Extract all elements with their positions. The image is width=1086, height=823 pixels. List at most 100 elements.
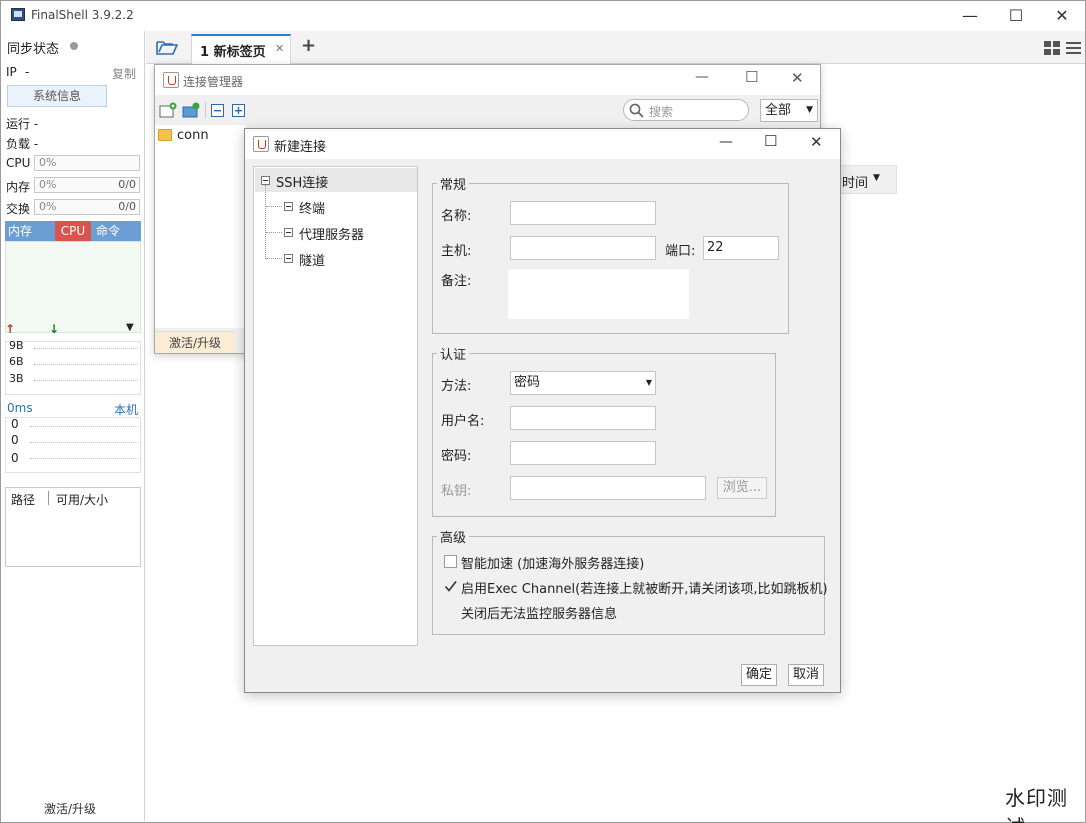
java-icon [253,136,269,152]
filter-select[interactable]: 全部 ▼ [760,99,818,122]
tree-item-tunnel[interactable]: 隧道 [299,250,325,269]
list-item[interactable]: conn [177,128,209,143]
host-field[interactable] [510,236,656,260]
tree-item-label: SSH连接 [276,176,329,191]
cm-title: 连接管理器 [183,75,244,89]
time-column-label: 时间 [842,176,869,191]
tree-item-terminal[interactable]: 终端 [299,198,325,217]
smart-accel-label: 智能加速 (加速海外服务器连接) [461,557,645,572]
toolbar-divider [205,102,206,118]
browse-button[interactable]: 浏览... [717,477,767,499]
add-tab-button[interactable]: + [301,35,316,56]
remark-textarea[interactable] [508,269,689,319]
chevron-down-icon: ▼ [806,105,813,115]
ping-tick-label: 0 [11,433,19,447]
chevron-down-icon: ▼ [645,378,652,387]
activate-upgrade-link[interactable]: 激活/升级 [44,800,96,817]
chevron-down-icon: ▼ [873,173,880,183]
mem-usage: 0/0 [118,178,136,191]
minimize-button[interactable]: — [947,5,993,27]
grid-icon[interactable] [1044,41,1060,55]
collapse-icon[interactable] [284,254,293,263]
net-tick-label: 9B [9,339,24,352]
name-label: 名称: [441,209,472,224]
folder-icon [158,129,172,141]
search-input[interactable]: 搜索 [623,99,749,121]
network-menu-icon[interactable]: ▼ [126,322,134,333]
private-key-field[interactable] [510,476,706,500]
ping-graph: 0 0 0 [5,417,141,473]
folder-open-icon[interactable] [156,39,178,56]
copy-button[interactable]: 复制 [112,65,136,82]
new-folder-icon[interactable] [182,102,200,118]
ok-button[interactable]: 确定 [741,664,777,686]
sync-status-label: 同步状态 [7,42,60,57]
ping-host[interactable]: 本机 [114,401,138,418]
exec-channel-note: 关闭后无法监控服务器信息 [461,607,618,622]
tab-new-tab[interactable]: 1 新标签页 ✕ [191,34,291,64]
swap-label: 交换 [6,202,31,216]
cm-maximize-button[interactable]: ☐ [745,68,758,86]
password-field[interactable] [510,441,656,465]
grid-line [34,348,138,349]
close-button[interactable]: ✕ [1039,5,1085,27]
app-icon [11,8,25,21]
ping-tick-label: 0 [11,451,19,465]
expand-all-icon[interactable] [232,104,245,117]
cm-minimize-button[interactable]: — [695,69,709,85]
mem-value: 0% [39,178,57,191]
smart-accel-checkbox[interactable] [444,555,457,568]
cpu-value: 0% [39,156,57,169]
cm-close-button[interactable]: ✕ [791,69,804,87]
swap-value: 0% [39,200,57,213]
collapse-icon[interactable] [284,202,293,211]
tab-memory[interactable]: 内存 [5,221,35,241]
tree-line [265,185,266,259]
tree-line [266,206,282,207]
grid-line [34,380,138,381]
auth-legend: 认证 [437,344,470,363]
ping-label: 0ms [7,401,33,415]
tree-item-proxy[interactable]: 代理服务器 [299,224,364,243]
mem-label: 内存 [6,180,31,194]
system-info-button[interactable]: 系统信息 [7,85,107,107]
upload-arrow-icon: ↑ [5,322,16,336]
exec-channel-checkbox[interactable] [444,580,457,593]
grid-line [30,458,138,459]
path-column-header[interactable]: 路径 [11,491,35,508]
nc-title: 新建连接 [274,140,327,155]
hamburger-icon[interactable] [1066,41,1081,55]
cpu-gauge: 0% [34,155,140,171]
tab-close-icon[interactable]: ✕ [275,42,284,55]
new-connection-icon[interactable] [159,102,177,118]
collapse-icon[interactable] [284,228,293,237]
size-column-header[interactable]: 可用/大小 [56,491,108,508]
sync-status-dot-icon [70,42,78,50]
ip-label: IP [6,65,17,79]
download-arrow-icon: ↓ [49,322,60,336]
advanced-legend: 高级 [437,527,470,546]
tree-line [266,232,282,233]
collapse-icon[interactable] [261,176,270,185]
cancel-button[interactable]: 取消 [788,664,824,686]
search-placeholder: 搜索 [649,105,674,119]
port-field[interactable]: 22 [703,236,779,260]
exec-channel-label: 启用Exec Channel(若连接上就被断开,请关闭该项,比如跳板机) [461,582,828,597]
new-connection-dialog: 新建连接 — ☐ ✕ SSH连接 终端 代理服务器 隧道 常规 名称: 主机: … [244,128,841,693]
method-select[interactable]: 密码 ▼ [510,371,656,395]
nc-minimize-button[interactable]: — [719,134,733,150]
password-label: 密码: [441,449,472,464]
tab-cpu[interactable]: CPU [55,221,91,241]
method-label: 方法: [441,379,472,394]
nc-close-button[interactable]: ✕ [810,133,823,151]
remark-label: 备注: [441,274,472,289]
maximize-button[interactable]: ☐ [993,5,1039,27]
name-field[interactable] [510,201,656,225]
cm-activate-upgrade[interactable]: 激活/升级 [155,331,235,353]
tree-item-ssh[interactable]: SSH连接 [255,168,417,192]
cpu-label: CPU [6,156,31,170]
collapse-all-icon[interactable] [211,104,224,117]
nc-maximize-button[interactable]: ☐ [764,132,777,150]
username-field[interactable] [510,406,656,430]
tab-command[interactable]: 命令 [93,221,123,241]
